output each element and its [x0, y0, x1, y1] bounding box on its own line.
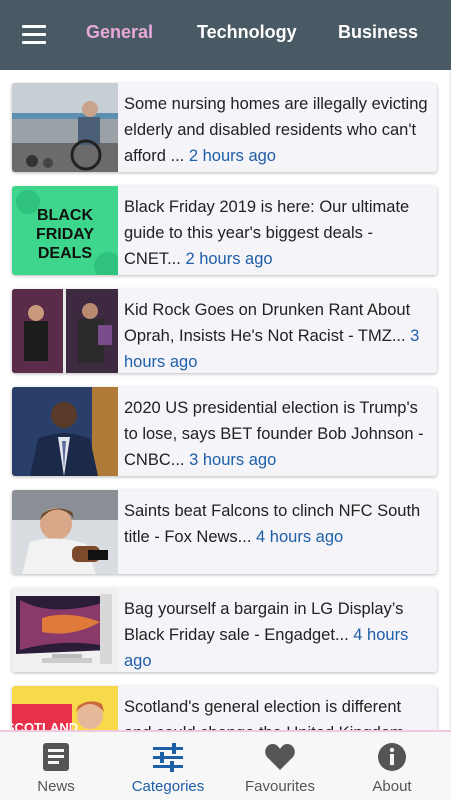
news-thumbnail — [12, 490, 118, 574]
news-card[interactable]: Saints beat Falcons to clinch NFC South … — [12, 490, 437, 574]
thumb-caption: DEALS — [38, 245, 93, 262]
app-bar: General Technology Business — [0, 0, 451, 70]
tab-business[interactable]: Business — [338, 22, 418, 43]
news-thumbnail — [12, 588, 118, 672]
news-card-text: Black Friday 2019 is here: Our ultimate … — [124, 194, 431, 272]
news-card[interactable]: Some nursing homes are illegally evictin… — [12, 83, 437, 172]
info-icon — [378, 743, 406, 771]
news-thumbnail — [12, 289, 118, 373]
news-card[interactable]: Kid Rock Goes on Drunken Rant About Opra… — [12, 289, 437, 373]
nav-label: News — [37, 778, 75, 795]
news-title: Kid Rock Goes on Drunken Rant About Opra… — [124, 301, 411, 345]
thumb-caption: SCOTLAND — [12, 720, 78, 730]
news-card-text: Some nursing homes are illegally evictin… — [124, 91, 431, 169]
news-time[interactable]: 2 hours ago — [189, 147, 276, 165]
news-time[interactable]: 4 hours ago — [256, 528, 343, 546]
nav-news[interactable]: News — [0, 732, 112, 800]
tab-technology[interactable]: Technology — [197, 22, 297, 43]
news-thumbnail — [12, 83, 118, 172]
hamburger-menu-icon[interactable] — [22, 25, 46, 45]
nav-label: About — [372, 778, 412, 795]
news-card[interactable]: BLACK FRIDAY DEALS Black Friday 2019 is … — [12, 186, 437, 275]
news-card-text: Kid Rock Goes on Drunken Rant About Opra… — [124, 297, 431, 373]
news-thumbnail — [12, 387, 118, 476]
news-card-text: Saints beat Falcons to clinch NFC South … — [124, 498, 431, 550]
thumb-caption: FRIDAY — [36, 226, 94, 243]
news-card-text: Bag yourself a bargain in LG Display’s B… — [124, 596, 431, 672]
nav-about[interactable]: About — [336, 732, 448, 800]
news-title: Scotland's general election is different… — [124, 698, 404, 730]
categories-sliders-icon — [153, 743, 183, 772]
news-time[interactable]: 3 hours ago — [189, 451, 276, 469]
heart-icon — [265, 744, 295, 770]
thumb-caption: BLACK — [37, 207, 93, 224]
nav-label: Favourites — [244, 778, 316, 795]
news-icon — [43, 743, 69, 771]
news-time[interactable]: 2 hours ago — [185, 250, 272, 268]
bottom-navigation: News Categories Favourites About — [0, 730, 451, 800]
news-thumbnail: BLACK FRIDAY DEALS — [12, 186, 118, 275]
news-card[interactable]: Bag yourself a bargain in LG Display’s B… — [12, 588, 437, 672]
nav-label: Categories — [131, 778, 205, 795]
news-card[interactable]: 2020 US presidential election is Trump's… — [12, 387, 437, 476]
tab-general[interactable]: General — [86, 22, 153, 43]
news-card-text: Scotland's general election is different… — [124, 694, 431, 730]
news-card[interactable]: SCOTLAND Scotland's general election is … — [12, 686, 437, 730]
news-card-text: 2020 US presidential election is Trump's… — [124, 395, 431, 473]
nav-favourites[interactable]: Favourites — [224, 732, 336, 800]
news-feed[interactable]: Some nursing homes are illegally evictin… — [0, 70, 451, 730]
news-thumbnail: SCOTLAND — [12, 686, 118, 730]
nav-categories[interactable]: Categories — [112, 732, 224, 800]
